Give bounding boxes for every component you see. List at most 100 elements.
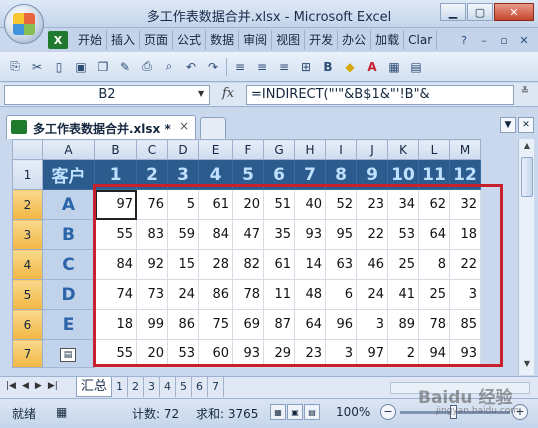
- data-cell[interactable]: 32: [449, 189, 481, 220]
- sheet-tab[interactable]: 2: [128, 377, 145, 397]
- customer-cell[interactable]: C: [42, 249, 95, 280]
- month-header-cell[interactable]: 1: [94, 159, 137, 190]
- sheet-tab[interactable]: 1: [112, 377, 129, 397]
- fill-color-icon[interactable]: ◆: [341, 58, 359, 76]
- data-cell[interactable]: 82: [232, 249, 264, 280]
- column-header[interactable]: A: [42, 139, 95, 160]
- row-header[interactable]: 3: [12, 219, 43, 250]
- data-cell[interactable]: 3: [449, 279, 481, 310]
- data-cell[interactable]: 83: [136, 219, 168, 250]
- data-cell[interactable]: 64: [418, 219, 450, 250]
- data-cell[interactable]: 18: [94, 309, 137, 340]
- data-cell[interactable]: 99: [136, 309, 168, 340]
- data-cell[interactable]: 94: [418, 339, 450, 368]
- customer-cell[interactable]: B: [42, 219, 95, 250]
- data-cell[interactable]: 75: [198, 309, 233, 340]
- data-cell[interactable]: 2: [387, 339, 419, 368]
- page-layout-view-icon[interactable]: ▣: [287, 404, 303, 420]
- align-left-icon[interactable]: ≡: [231, 58, 249, 76]
- sheet-tab[interactable]: 7: [208, 377, 225, 397]
- copy-small-icon[interactable]: ❐: [94, 58, 112, 76]
- paste-options-icon[interactable]: ▤: [60, 348, 76, 362]
- data-cell[interactable]: 61: [198, 189, 233, 220]
- copy-icon[interactable]: ⎘: [6, 58, 24, 76]
- office-button[interactable]: [4, 4, 44, 44]
- minimize-button[interactable]: ▁: [440, 3, 466, 21]
- month-header-cell[interactable]: 6: [263, 159, 295, 190]
- data-cell[interactable]: 87: [263, 309, 295, 340]
- data-cell[interactable]: 47: [232, 219, 264, 250]
- last-sheet-icon[interactable]: ▶|: [48, 381, 58, 391]
- save-icon[interactable]: ▣: [72, 58, 90, 76]
- row-header[interactable]: 6: [12, 309, 43, 340]
- data-cell[interactable]: 69: [232, 309, 264, 340]
- data-cell[interactable]: 48: [294, 279, 326, 310]
- data-cell[interactable]: 6: [325, 279, 357, 310]
- data-cell[interactable]: 11: [263, 279, 295, 310]
- name-box[interactable]: B2: [4, 85, 210, 105]
- data-cell[interactable]: 15: [167, 249, 199, 280]
- month-header-cell[interactable]: 10: [387, 159, 419, 190]
- data-cell[interactable]: 35: [263, 219, 295, 250]
- tab-home[interactable]: 开始: [74, 30, 108, 50]
- redo-icon[interactable]: ↷: [204, 58, 222, 76]
- month-header-cell[interactable]: 3: [167, 159, 199, 190]
- data-cell[interactable]: 51: [263, 189, 295, 220]
- data-cell[interactable]: 14: [294, 249, 326, 280]
- tab-office[interactable]: 办公: [338, 30, 372, 50]
- print-icon[interactable]: ⎙: [138, 58, 156, 76]
- active-cell[interactable]: 97: [94, 189, 137, 220]
- column-header[interactable]: I: [325, 139, 357, 160]
- next-sheet-icon[interactable]: ▶: [35, 381, 42, 391]
- column-header[interactable]: M: [449, 139, 481, 160]
- data-cell[interactable]: 53: [167, 339, 199, 368]
- new-workbook-tab[interactable]: [200, 117, 226, 139]
- workbook-tab[interactable]: 多工作表数据合并.xlsx * ×: [6, 115, 196, 139]
- data-cell[interactable]: 8: [418, 249, 450, 280]
- help-icon[interactable]: ?: [456, 32, 472, 48]
- page-break-view-icon[interactable]: ▤: [304, 404, 320, 420]
- fx-icon[interactable]: fx: [222, 86, 234, 101]
- data-cell[interactable]: 41: [387, 279, 419, 310]
- scroll-up-icon[interactable]: ▲: [521, 141, 533, 155]
- customer-cell[interactable]: D: [42, 279, 95, 310]
- maximize-button[interactable]: ▢: [467, 3, 493, 21]
- month-header-cell[interactable]: 8: [325, 159, 357, 190]
- data-cell[interactable]: 24: [356, 279, 388, 310]
- expand-formula-icon[interactable]: ≚: [516, 86, 534, 104]
- column-header[interactable]: J: [356, 139, 388, 160]
- bold-icon[interactable]: B: [319, 58, 337, 76]
- data-cell[interactable]: 95: [325, 219, 357, 250]
- data-cell[interactable]: 78: [232, 279, 264, 310]
- zoom-level[interactable]: 100%: [336, 405, 370, 419]
- formula-input[interactable]: =INDIRECT("'"&B$1&"'!B"&: [246, 85, 514, 105]
- zoom-out-button[interactable]: −: [380, 404, 396, 420]
- new-icon[interactable]: ▯: [50, 58, 68, 76]
- data-cell[interactable]: 23: [356, 189, 388, 220]
- customer-header-cell[interactable]: 客户: [42, 159, 95, 190]
- month-header-cell[interactable]: 12: [449, 159, 481, 190]
- prev-sheet-icon[interactable]: ◀: [22, 381, 29, 391]
- data-cell[interactable]: 85: [449, 309, 481, 340]
- data-cell[interactable]: 5: [167, 189, 199, 220]
- customer-cell[interactable]: E: [42, 309, 95, 340]
- column-header[interactable]: F: [232, 139, 264, 160]
- minimize-window-icon[interactable]: –: [476, 32, 492, 48]
- data-cell[interactable]: 86: [167, 309, 199, 340]
- scroll-down-icon[interactable]: ▼: [521, 359, 533, 373]
- month-header-cell[interactable]: 2: [136, 159, 168, 190]
- column-header[interactable]: G: [263, 139, 295, 160]
- format-painter-icon[interactable]: ✎: [116, 58, 134, 76]
- data-cell[interactable]: 96: [325, 309, 357, 340]
- data-cell[interactable]: 62: [418, 189, 450, 220]
- align-center-icon[interactable]: ≡: [253, 58, 271, 76]
- tab-page-layout[interactable]: 页面: [140, 30, 174, 50]
- data-cell[interactable]: 25: [418, 279, 450, 310]
- data-cell[interactable]: 93: [449, 339, 481, 368]
- tab-review[interactable]: 审阅: [239, 30, 273, 50]
- data-cell[interactable]: 3: [325, 339, 357, 368]
- font-color-icon[interactable]: A: [363, 58, 381, 76]
- data-cell[interactable]: 60: [198, 339, 233, 368]
- data-cell[interactable]: 20: [232, 189, 264, 220]
- data-cell[interactable]: 20: [136, 339, 168, 368]
